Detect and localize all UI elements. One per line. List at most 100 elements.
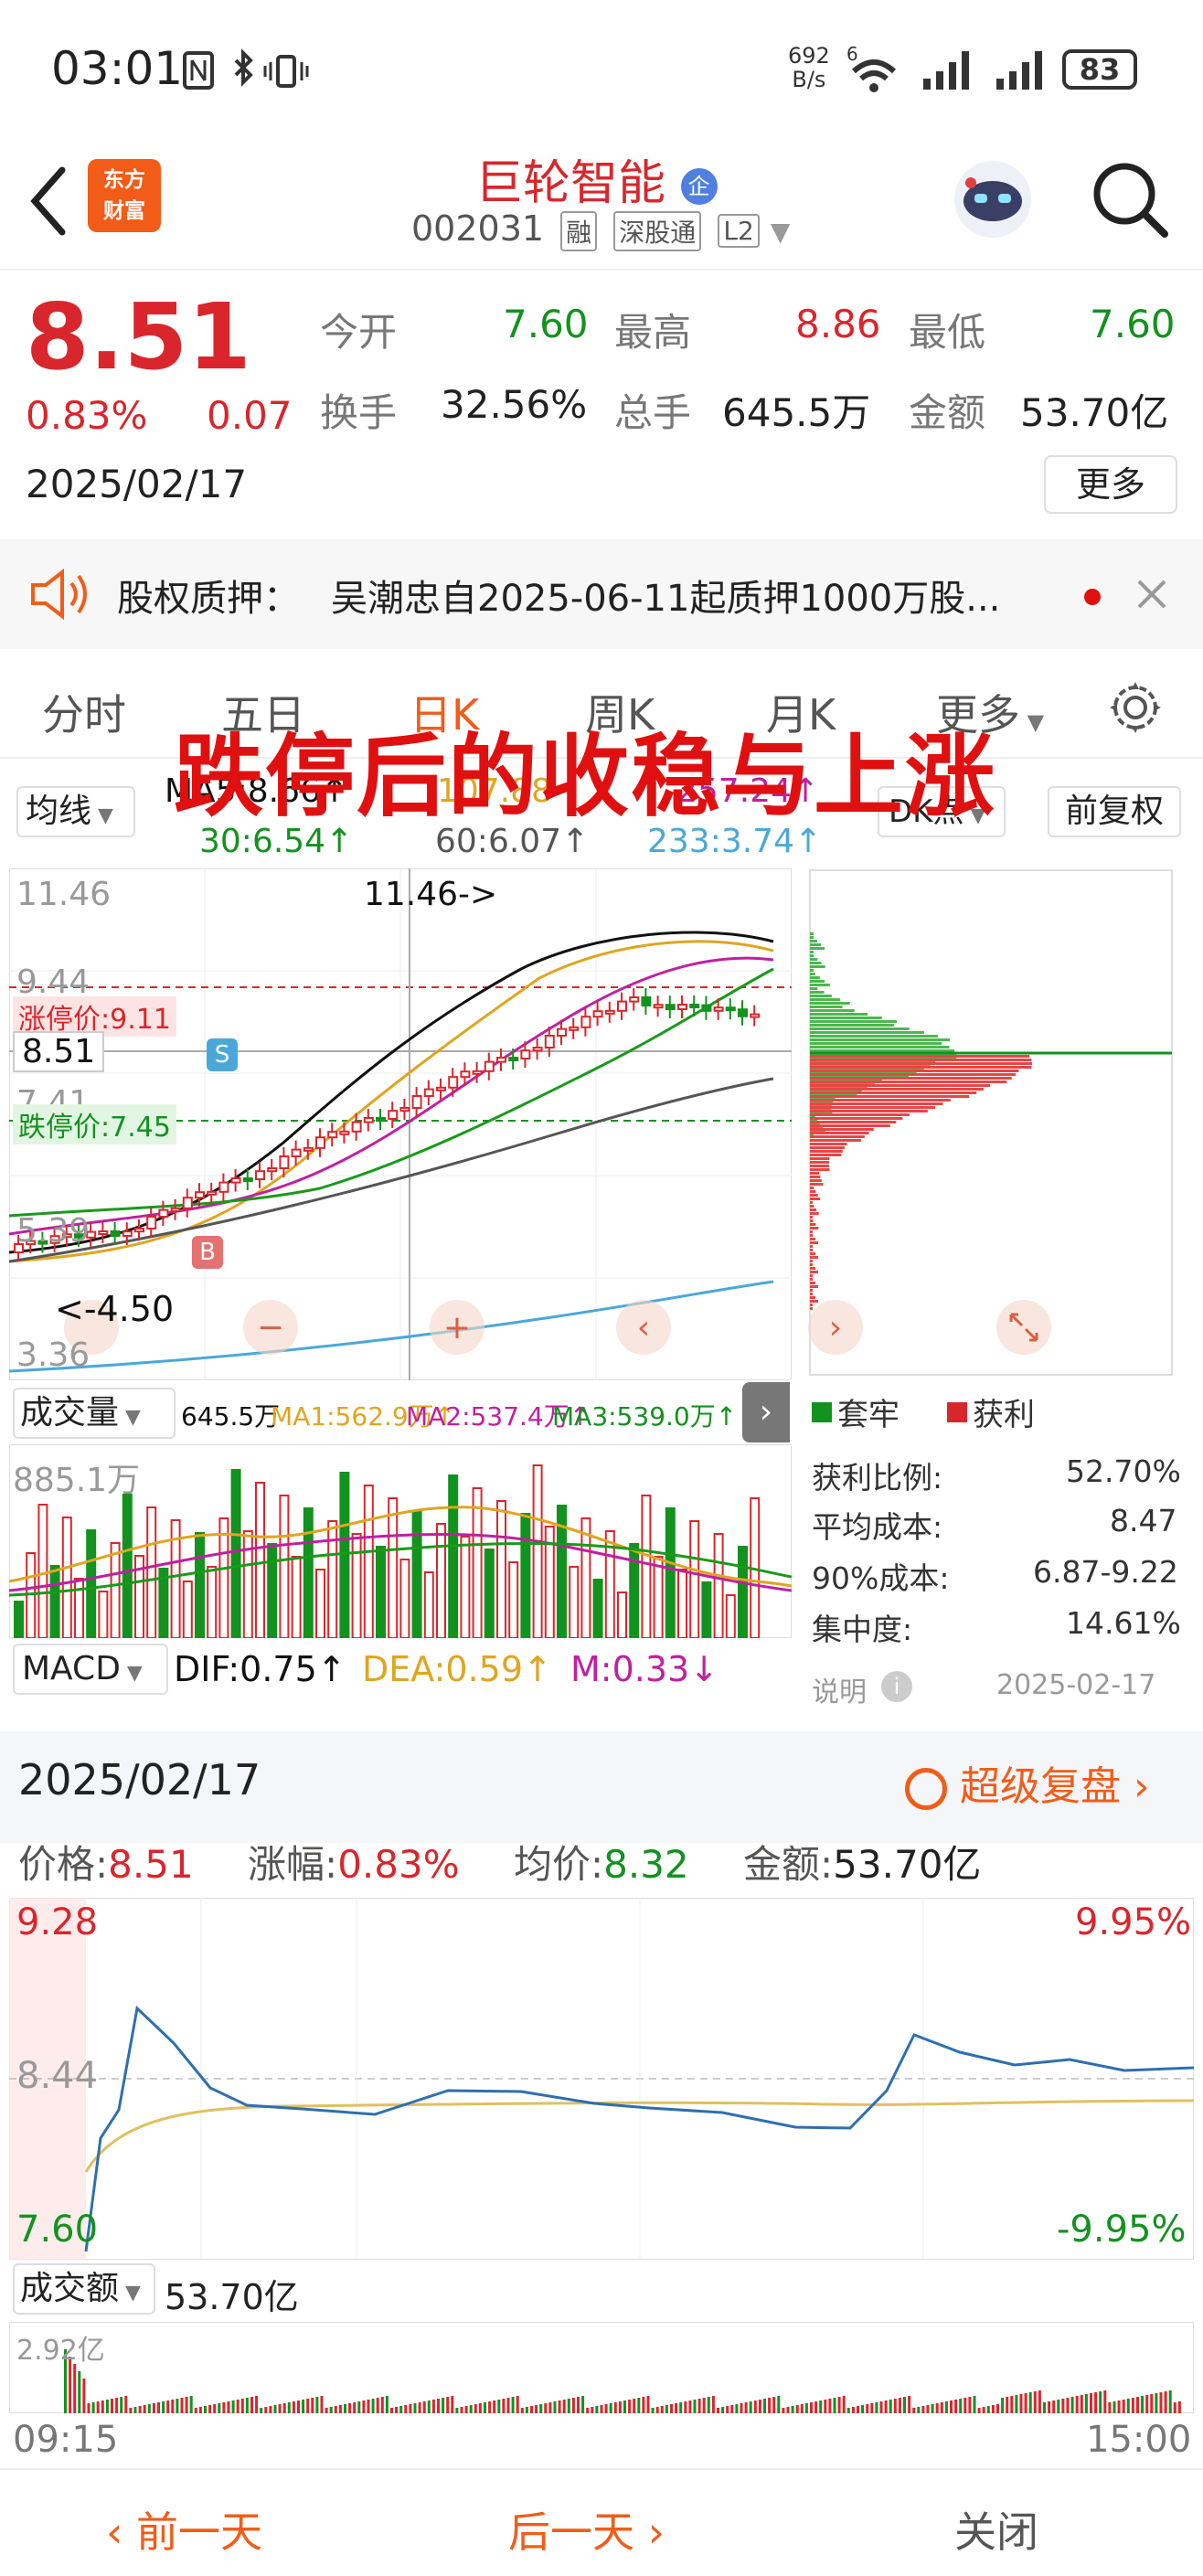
chip-bar-profit [810,1095,970,1098]
intraday-volume-bar [78,2371,81,2413]
intraday-volume-bar [837,2397,841,2413]
intraday-volume-bar [488,2401,492,2413]
intraday-chart[interactable] [9,1898,1194,2260]
intraday-volume-bar [908,2396,911,2413]
tag-margin: 融 [560,210,598,251]
expand-panel-arrow-icon[interactable]: › [742,1382,790,1442]
volume-bar [291,1556,302,1638]
close-button[interactable]: 关闭 [954,2499,1038,2560]
candle-body [170,1207,181,1212]
intraday-volume-bar [1033,2391,1037,2413]
intraday-volume-bar [777,2396,781,2413]
intraday-volume-bar [111,2399,113,2413]
macd-selector[interactable]: MACD ▼ [13,1644,168,1695]
chip-bar-profit [810,1198,821,1200]
chip-bar-profit [810,1124,890,1127]
volume-bar [641,1495,652,1638]
intraday-volume-bar [264,2407,268,2413]
candle-body [411,1095,422,1109]
turnover-amount-selector[interactable]: 成交额 ▼ [13,2263,155,2315]
volume-selector[interactable]: 成交量 ▼ [13,1388,176,1439]
intraday-volume-bar [1006,2397,1009,2413]
ma-selector[interactable]: 均线 ▼ [16,786,135,837]
intraday-volume-bar [857,2406,859,2413]
intraday-volume-bar [726,2406,729,2413]
pledge-notice[interactable]: 股权质押： 吴潮忠自2025-06-11起质押1000万股... [0,539,1203,649]
chip-bar-profit [810,1059,1032,1061]
concentration: 14.61% [1066,1605,1181,1641]
eastmoney-logo[interactable]: 东方 财富 [88,159,161,232]
candle-body [508,1057,519,1061]
high-label: 最高 [614,310,692,355]
intraday-volume-bar [707,2397,710,2413]
bottom-nav: ‹ 前一天 后一天 › 关闭 [0,2468,1203,2576]
buy-marker[interactable]: B [192,1236,223,1269]
volume-bar [725,1594,736,1638]
chip-bar-profit [810,1179,822,1182]
intraday-volume-bar [176,2399,179,2413]
intraday-volume-bar [478,2403,482,2413]
chip-bar-trapped [810,1020,898,1023]
volume-value: 645.5万 [181,1401,281,1432]
intraday-volume-bar [437,2399,440,2413]
low-annotation: <-4.50 [55,1289,175,1329]
chevron-down-icon[interactable]: ▼ [771,217,791,247]
settings-gear-icon[interactable] [1106,678,1165,737]
intraday-volume-bar [679,2402,683,2413]
intraday-volume-bar [675,2403,678,2413]
more-button[interactable]: 更多 [1044,455,1177,514]
intraday-volume-bar [940,2402,943,2413]
intraday-volume-bar [571,2398,575,2413]
super-replay-link[interactable]: 超级复盘 › [905,1753,1150,1812]
intraday-volume-bar [1090,2393,1092,2413]
intraday-volume-bar [1145,2395,1149,2413]
candle-body [146,1216,157,1229]
candle-body [496,1057,506,1063]
limit-down-label: 跌停价:7.45 [13,1104,176,1144]
candle-body [750,1013,761,1018]
volume-bar [436,1523,446,1638]
candle-body [303,1146,314,1152]
intraday-volume-bar [1164,2391,1167,2413]
next-day-button[interactable]: 后一天 › [508,2499,665,2560]
intraday-volume-bar [950,2400,953,2413]
chip-bar-profit [810,1267,816,1270]
intraday-volume-bar [442,2398,445,2413]
intraday-volume-bar [1113,2401,1116,2413]
search-icon[interactable] [1090,159,1172,241]
candle-body [460,1070,471,1079]
intraday-volume-bar [977,2408,981,2413]
intraday-volume-bar [334,2406,337,2413]
intraday-volume-bar [1131,2398,1134,2413]
intraday-y-top: 9.28 [16,1901,99,1943]
intraday-volume-bar [511,2397,515,2413]
forward-adjust-button[interactable]: 前复权 [1048,786,1181,837]
intraday-volume-bar [409,2404,412,2413]
intraday-volume-bar [143,2405,146,2413]
intraday-volume-bar [917,2407,921,2413]
chip-bar-trapped [810,1013,868,1016]
chip-bar-trapped [810,958,818,961]
intraday-volume-bar [613,2402,617,2413]
sell-marker[interactable]: S [207,1038,238,1071]
fullscreen-control [996,1300,1051,1355]
intraday-volume-bar [935,2403,939,2413]
volume-bar [388,1497,399,1638]
volume-bar [351,1533,362,1638]
chip-bar-trapped [810,980,825,983]
back-arrow-icon[interactable] [26,165,71,238]
svg-text:6: 6 [846,44,858,65]
robot-assistant-icon[interactable] [947,154,1038,245]
note-label[interactable]: 说明 [812,1669,867,1709]
prev-day-button[interactable]: ‹ 前一天 [106,2499,262,2560]
close-icon[interactable] [1134,576,1170,612]
intraday-volume-value: 53.70亿 [165,2277,299,2317]
volume-bar [496,1500,506,1638]
chip-bar-profit [810,1219,814,1222]
intraday-volume-bar [376,2398,379,2413]
tab-intraday[interactable]: 分时 [42,682,126,742]
chip-bar-trapped [810,1046,950,1048]
info-icon[interactable]: i [881,1671,912,1702]
intraday-volume-bar [1117,2400,1121,2413]
battery-indicator: 83 [1062,49,1137,90]
